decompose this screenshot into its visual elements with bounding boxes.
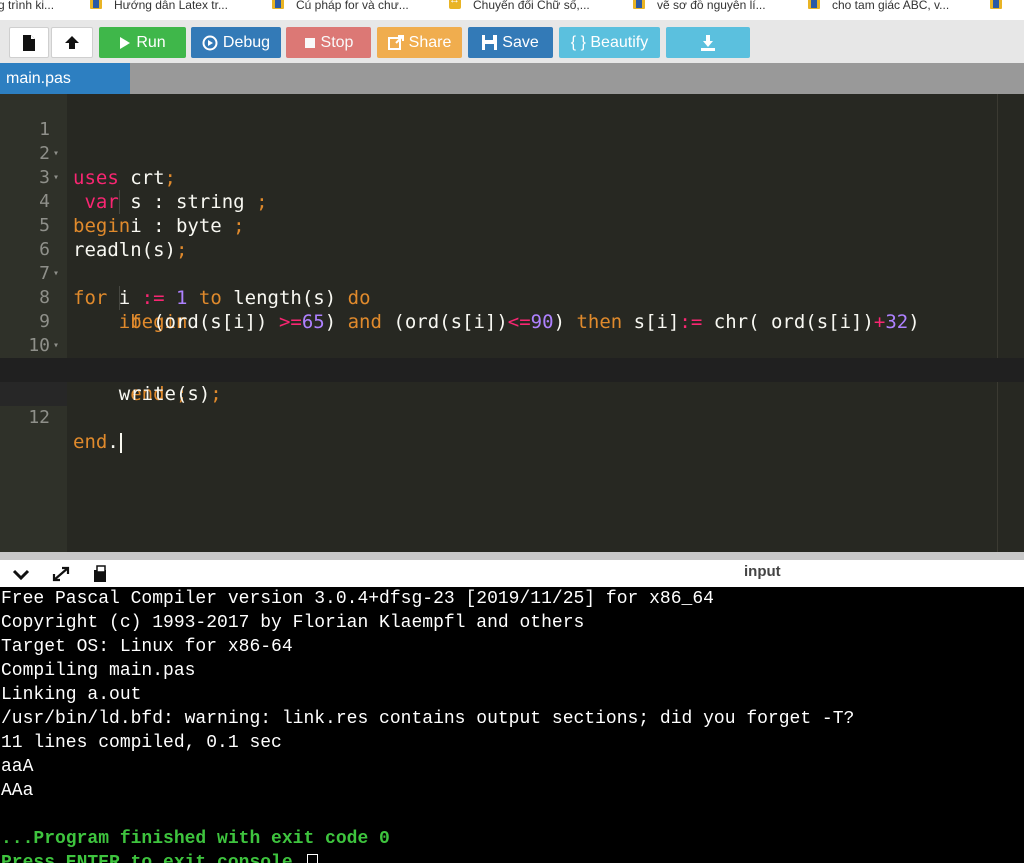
code-line-active: 12 end.: [0, 358, 1024, 453]
code-editor[interactable]: 1 ▾ uses crt; 2 ▾ var s : string ; 3 i :…: [0, 94, 1024, 552]
bookmark-1[interactable]: Hướng dẫn Latex tr...: [90, 0, 228, 16]
code-line: 5 readln(s);: [0, 190, 1024, 261]
code-line: 2 ▾ var s : string ;: [0, 118, 1024, 213]
upload-icon: [65, 35, 79, 49]
console-output[interactable]: Free Pascal Compiler version 3.0.4+dfsg-…: [0, 587, 1024, 863]
bookmark-icon: [990, 0, 1002, 9]
console-header: input: [0, 560, 1024, 587]
code-line: 7 begin: [0, 238, 1024, 333]
bookmark-label: cho tam giác ABC, v...: [832, 0, 950, 12]
bookmark-4[interactable]: vẽ sơ đồ nguyên lí...: [633, 0, 766, 16]
bookmark-label: vẽ sơ đồ nguyên lí...: [657, 0, 766, 12]
bookmark-label: g trình ki...: [0, 0, 55, 12]
run-button[interactable]: Run: [99, 27, 186, 58]
code-line: 8 if (ord(s[i]) >=65) and (ord(s[i])<=90…: [0, 262, 1024, 333]
exit-status-line: ...Program finished with exit code 0: [1, 829, 390, 849]
code-line: 11 write(s);: [0, 334, 1024, 405]
expand-icon[interactable]: [50, 565, 72, 583]
stop-button[interactable]: Stop: [286, 27, 371, 58]
upload-button[interactable]: [51, 27, 93, 58]
convert-icon: [449, 0, 461, 9]
console-line: Copyright (c) 1993-2017 by Florian Klaem…: [1, 613, 585, 633]
save-label: Save: [502, 33, 539, 51]
code-line: 4 begin: [0, 166, 1024, 237]
console-line: AAa: [1, 781, 34, 801]
bookmark-0[interactable]: g trình ki...: [0, 0, 54, 16]
text-cursor: [119, 432, 122, 453]
console-line: Linking a.out: [1, 685, 142, 705]
file-icon: [23, 34, 35, 51]
console-line: aaA: [1, 757, 34, 777]
bookmark-label: Chuyển đổi Chữ số,...: [473, 0, 590, 12]
code-line: 3 i : byte ;: [0, 142, 1024, 237]
tab-main-pas[interactable]: main.pas: [0, 63, 130, 94]
download-button[interactable]: [666, 27, 750, 58]
bookmark-icon: [808, 0, 820, 9]
console-line: /usr/bin/ld.bfd: warning: link.res conta…: [1, 709, 855, 729]
debug-icon: [202, 35, 218, 50]
beautify-label: { } Beautify: [570, 33, 649, 51]
bookmark-2[interactable]: Cú pháp for và chư...: [272, 0, 409, 16]
bookmark-icon: [90, 0, 102, 9]
beautify-button[interactable]: { } Beautify: [559, 27, 660, 58]
console-line: Free Pascal Compiler version 3.0.4+dfsg-…: [1, 589, 714, 609]
bookmark-3[interactable]: Chuyển đổi Chữ số,...: [449, 0, 590, 16]
chevron-down-icon[interactable]: [10, 565, 32, 583]
stop-icon: [304, 37, 315, 48]
share-label: Share: [408, 33, 452, 51]
copy-icon[interactable]: [89, 565, 111, 583]
stop-label: Stop: [320, 33, 354, 51]
code-line: 10 end ;: [0, 310, 1024, 405]
bookmarks-bar: g trình ki... Hướng dẫn Latex tr... Cú p…: [0, 0, 1024, 20]
code-line: 9 ▾ else s[i]:= upcase(s[i]);: [0, 286, 1024, 381]
press-enter-text: Press ENTER to exit console.: [1, 853, 304, 863]
input-label[interactable]: input: [744, 563, 781, 580]
bookmark-icon: [272, 0, 284, 9]
share-button[interactable]: Share: [377, 27, 462, 58]
download-icon: [701, 34, 715, 51]
bookmark-label: Cú pháp for và chư...: [296, 0, 409, 12]
code-line: 6 ▾ for i := 1 to length(s) do: [0, 214, 1024, 309]
console-line: 11 lines compiled, 0.1 sec: [1, 733, 282, 753]
toolbar: Run Debug Stop Share Save { } Beautify: [0, 20, 1024, 63]
bookmark-icon: [633, 0, 645, 9]
console-line: Compiling main.pas: [1, 661, 196, 681]
bookmark-6[interactable]: [990, 0, 1014, 16]
line-number: 12: [28, 407, 50, 428]
console-line: Target OS: Linux for x86-64: [1, 637, 293, 657]
bookmark-5[interactable]: cho tam giác ABC, v...: [808, 0, 949, 16]
run-label: Run: [136, 33, 166, 51]
terminal-cursor: [307, 854, 319, 863]
debug-label: Debug: [222, 33, 271, 51]
bookmark-label: Hướng dẫn Latex tr...: [114, 0, 228, 12]
code-line: 1 ▾ uses crt;: [0, 94, 1024, 189]
panel-splitter[interactable]: [0, 552, 1024, 560]
save-button[interactable]: Save: [468, 27, 553, 58]
debug-button[interactable]: Debug: [191, 27, 281, 58]
floppy-disk-icon: [482, 35, 498, 50]
press-enter-line: Press ENTER to exit console.: [1, 851, 319, 863]
new-file-button[interactable]: [9, 27, 49, 58]
share-icon: [387, 34, 404, 50]
tab-label: main.pas: [6, 70, 71, 87]
file-tab-bar: main.pas: [0, 63, 1024, 94]
play-icon: [120, 36, 131, 49]
